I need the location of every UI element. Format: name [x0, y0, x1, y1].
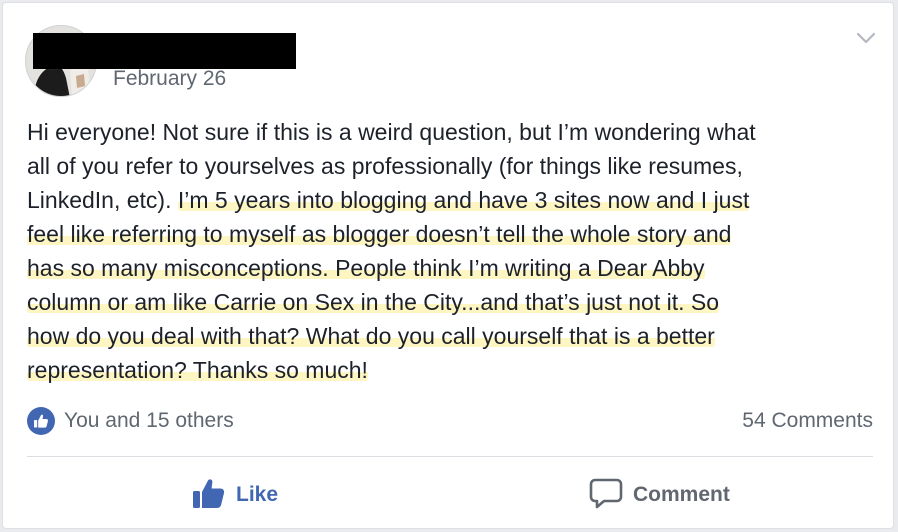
post-text-segment: LinkedIn, etc).	[27, 187, 178, 213]
speech-bubble-icon	[589, 477, 623, 514]
highlighted-text-segment: I’m 5 years into blogging and have 3 sit…	[177, 187, 750, 213]
highlighted-text-segment: representation? Thanks so much!	[27, 357, 368, 383]
post-text-line: Hi everyone! Not sure if this is a weird…	[27, 115, 877, 149]
thumbs-up-icon	[27, 407, 55, 435]
post-text-segment: Hi everyone! Not sure if this is a weird…	[27, 119, 756, 145]
post-date[interactable]: February 26	[113, 67, 226, 91]
post-text-segment: all of you refer to yourselves as profes…	[27, 153, 743, 179]
highlighted-text-segment: column or am like Carrie on Sex in the C…	[27, 289, 720, 315]
like-button-label: Like	[236, 483, 279, 506]
highlighted-text-segment: how do you deal with that? What do you c…	[27, 323, 715, 349]
comment-button[interactable]: Comment	[589, 477, 730, 513]
chevron-down-icon[interactable]	[855, 30, 877, 46]
redacted-author-name	[33, 33, 296, 69]
post-text-line: column or am like Carrie on Sex in the C…	[27, 285, 877, 319]
highlighted-text-segment: has so many misconceptions. People think…	[27, 255, 705, 281]
post-text-line: feel like referring to myself as blogger…	[27, 217, 877, 251]
comment-button-label: Comment	[633, 483, 730, 506]
thumbs-up-icon	[192, 477, 226, 514]
comments-count[interactable]: 54 Comments	[742, 405, 873, 437]
post-text-line: representation? Thanks so much!	[27, 353, 877, 387]
reaction-summary[interactable]: You and 15 others	[27, 405, 234, 437]
divider	[27, 456, 873, 457]
post-text-line: how do you deal with that? What do you c…	[27, 319, 877, 353]
post-text-line: LinkedIn, etc). I’m 5 years into bloggin…	[27, 183, 877, 217]
like-button[interactable]: Like	[192, 477, 278, 513]
post-text-line: has so many misconceptions. People think…	[27, 251, 877, 285]
post-text-line: all of you refer to yourselves as profes…	[27, 149, 877, 183]
post-body: Hi everyone! Not sure if this is a weird…	[27, 115, 877, 387]
post-card: February 26 Hi everyone! Not sure if thi…	[2, 2, 894, 529]
highlighted-text-segment: feel like referring to myself as blogger…	[27, 221, 732, 247]
reaction-summary-text: You and 15 others	[64, 409, 234, 432]
